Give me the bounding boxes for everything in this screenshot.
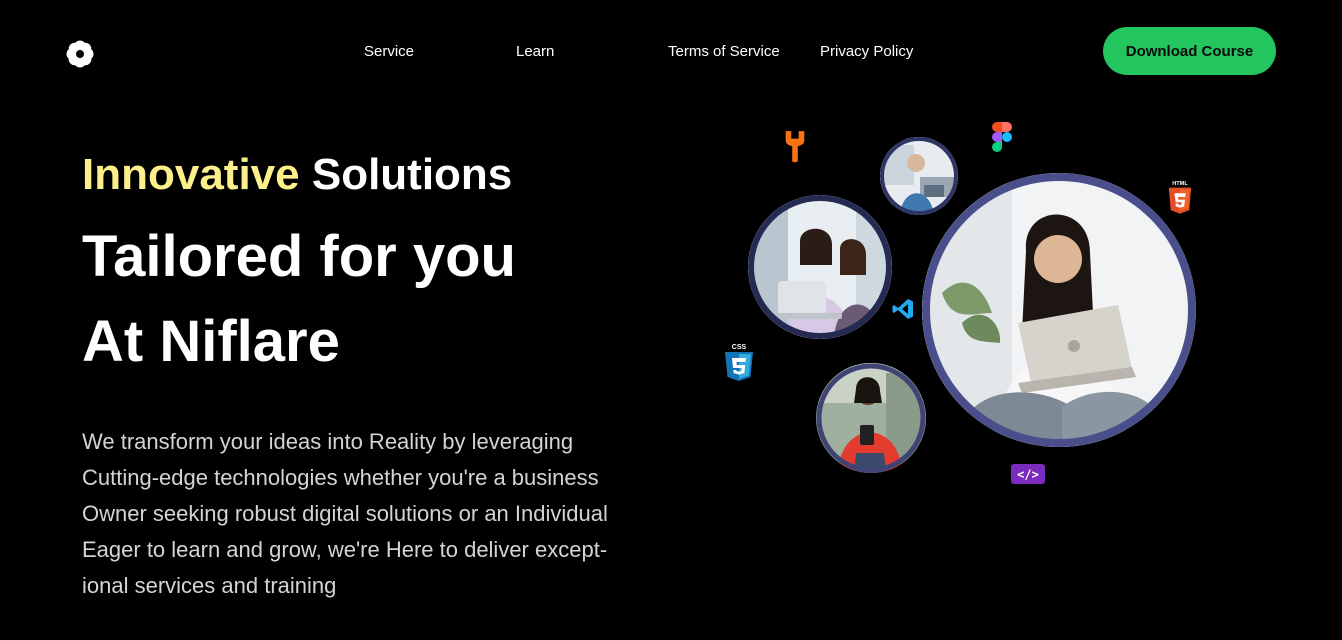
photo-girl-laptop-main — [922, 173, 1196, 447]
html5-icon: HTML — [1168, 181, 1192, 214]
headline-accent: Innovative — [82, 150, 300, 199]
headline-line3: At Niflare — [82, 309, 340, 374]
nav-privacy-policy[interactable]: Privacy Policy — [820, 43, 913, 60]
code-tag-icon: </> — [1011, 464, 1045, 484]
headline-line2: Tailored for you — [82, 224, 516, 289]
figma-icon — [992, 122, 1012, 152]
photo-two-girls-laptop — [748, 195, 892, 339]
download-course-button[interactable]: Download Course — [1103, 27, 1276, 75]
html-badge-label: HTML — [1172, 181, 1188, 187]
vscode-icon — [892, 299, 913, 319]
nav-service[interactable]: Service — [364, 43, 414, 60]
wrench-icon — [785, 131, 805, 163]
description-line: ional services and training — [82, 573, 337, 598]
nav-learn[interactable]: Learn — [516, 43, 554, 60]
photo-person-desk — [880, 137, 958, 215]
css3-icon: CSS — [725, 344, 753, 381]
description-line: Cutting-edge technologies whether you're… — [82, 465, 599, 490]
description-line: Owner seeking robust digital solutions o… — [82, 501, 608, 526]
css-badge-label: CSS — [732, 344, 747, 351]
flower-icon[interactable] — [66, 40, 94, 68]
photo-man-phone — [816, 363, 926, 473]
headline-line1-rest: Solutions — [299, 150, 513, 199]
hero-description: We transform your ideas into Reality by … — [82, 424, 682, 604]
headline-line1: Innovative Solutions — [82, 150, 512, 200]
nav-terms-of-service[interactable]: Terms of Service — [668, 43, 780, 60]
description-line: We transform your ideas into Reality by … — [82, 429, 574, 454]
description-line: Eager to learn and grow, we're Here to d… — [82, 537, 608, 562]
code-tag-label: </> — [1017, 468, 1039, 482]
